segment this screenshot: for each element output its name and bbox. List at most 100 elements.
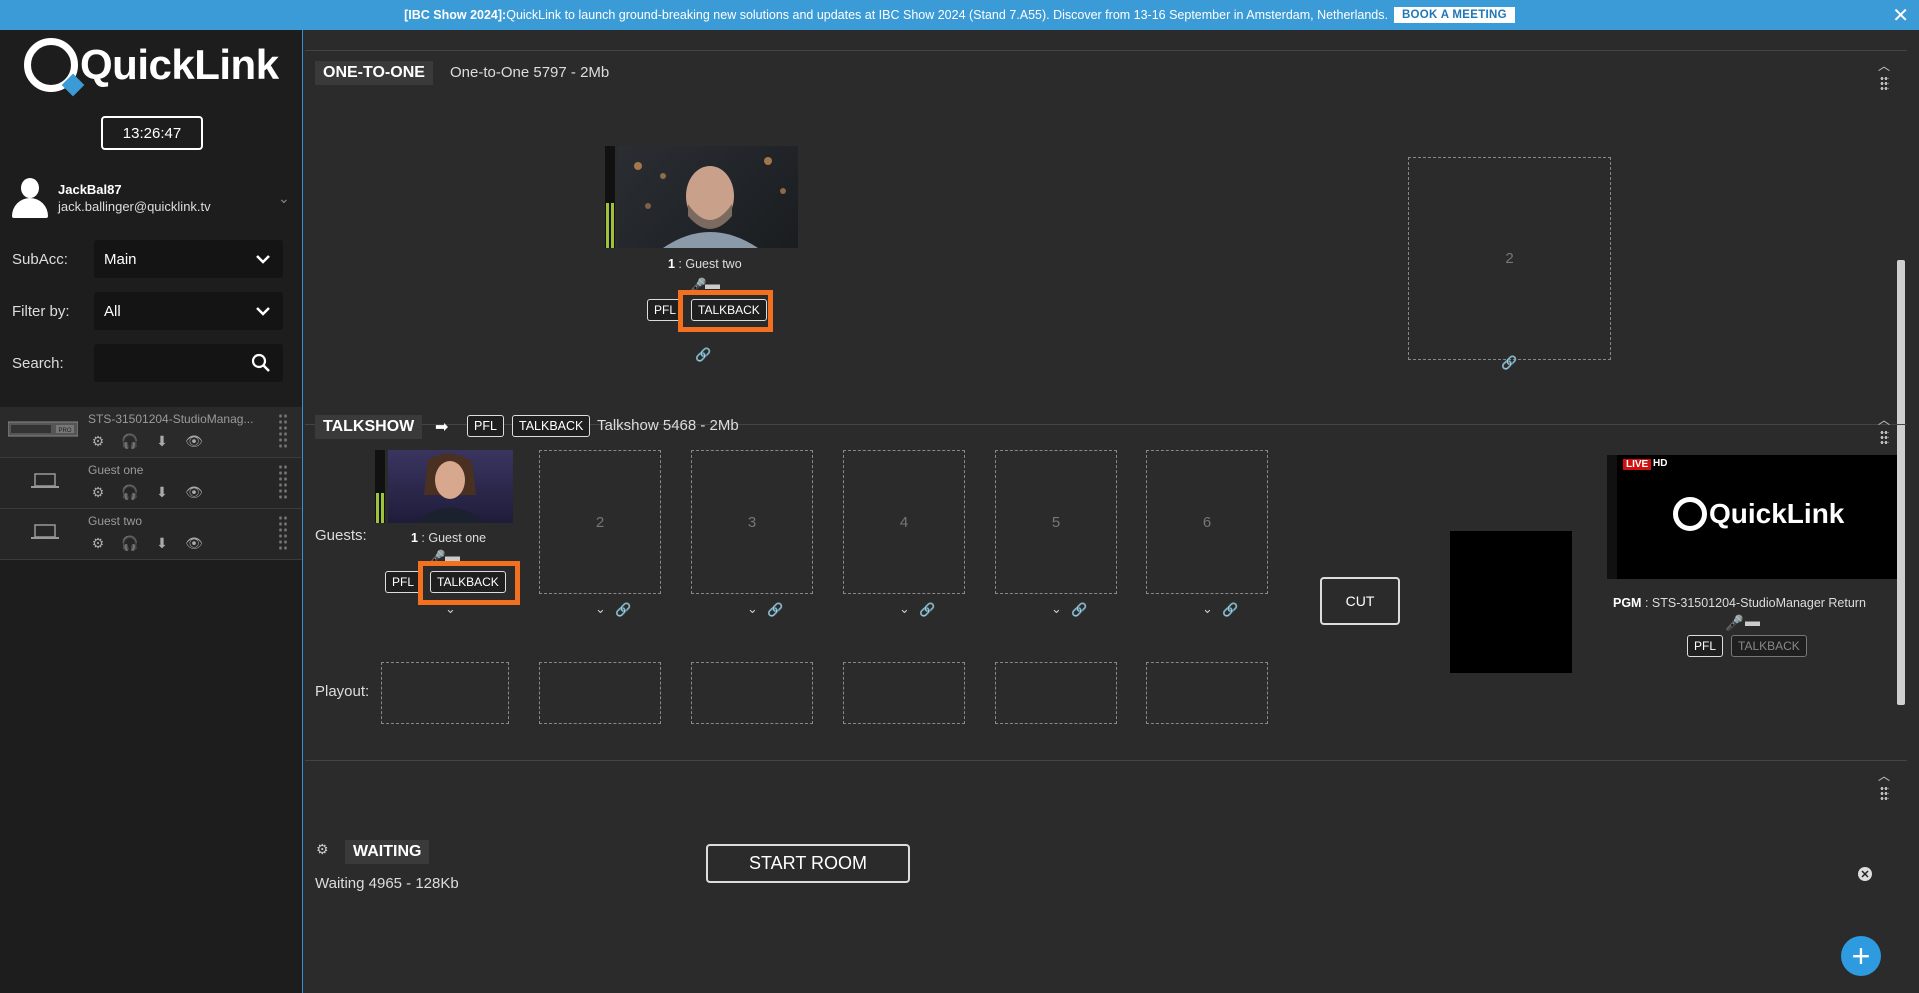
link-icon[interactable]: 🔗 — [1501, 355, 1517, 371]
headphones-icon[interactable]: 🎧 — [120, 432, 140, 450]
subacc-row: SubAcc: Main — [12, 240, 283, 278]
exit-icon[interactable]: ➡ — [435, 417, 448, 437]
user-email: jack.ballinger@quicklink.tv — [58, 199, 211, 214]
collapse-icon[interactable]: ︿ — [1878, 57, 1890, 74]
sidebar: QuickLink 13:26:47 JackBal87 jack.ballin… — [0, 30, 303, 993]
device-name: STS-31501204-StudioManag... — [88, 412, 254, 426]
chevron-down-icon[interactable]: ⌄ — [1202, 601, 1213, 617]
link-icon[interactable]: 🔗 — [695, 347, 711, 363]
subacc-select[interactable]: Main — [94, 240, 283, 278]
user-profile[interactable]: JackBal87 jack.ballinger@quicklink.tv — [12, 178, 211, 218]
guest-label: 1 : Guest two — [668, 257, 742, 271]
headphones-icon[interactable]: 🎧 — [120, 534, 140, 552]
device-name: Guest one — [88, 463, 144, 477]
pfl-button[interactable]: PFL — [385, 571, 422, 593]
room-title: One-to-One 5797 - 2Mb — [450, 64, 610, 81]
download-icon[interactable]: ⬇ — [152, 534, 172, 552]
list-item[interactable]: Guest two ⚙ 🎧 ⬇ 👁 — [0, 509, 302, 560]
list-item[interactable]: PRO STS-31501204-StudioManag... ⚙ 🎧 ⬇ 👁 — [0, 407, 302, 458]
talkback-button[interactable]: TALKBACK — [1731, 635, 1807, 657]
close-icon[interactable]: ✕ — [1892, 3, 1909, 28]
headphones-icon[interactable]: 🎧 — [120, 483, 140, 501]
collapse-icon[interactable]: ︿ — [1878, 767, 1890, 784]
waiting-section: ︿ ⚙ WAITING Waiting 4965 - 128Kb START R… — [305, 761, 1907, 993]
guest-video[interactable] — [618, 146, 798, 248]
gear-icon[interactable]: ⚙ — [88, 534, 108, 552]
drag-handle[interactable] — [1879, 786, 1889, 800]
chevron-down-icon[interactable]: ⌄ — [278, 190, 290, 207]
eye-icon[interactable]: 👁 — [184, 432, 204, 450]
collapse-icon[interactable]: ︿ — [1878, 411, 1890, 428]
start-room-button[interactable]: START ROOM — [706, 844, 910, 883]
chevron-down-icon[interactable]: ⌄ — [595, 601, 606, 617]
close-icon[interactable]: ✕ — [1858, 867, 1872, 881]
eye-icon[interactable]: 👁 — [184, 483, 204, 501]
eye-icon[interactable]: 👁 — [184, 534, 204, 552]
laptop-icon — [31, 524, 59, 539]
guest-slot[interactable]: 6 — [1146, 450, 1268, 594]
guest-slot[interactable]: 2 — [539, 450, 661, 594]
guest-video[interactable] — [388, 450, 513, 523]
section-controls[interactable]: ︿ — [1877, 411, 1891, 444]
link-icon[interactable]: 🔗 — [767, 602, 783, 618]
pfl-button[interactable]: PFL — [1687, 635, 1724, 657]
gear-icon[interactable]: ⚙ — [88, 432, 108, 450]
microphone-icon[interactable]: 🎤 — [1725, 614, 1744, 632]
chevron-down-icon[interactable]: ⌄ — [747, 601, 758, 617]
drag-handle[interactable] — [278, 413, 288, 449]
list-item[interactable]: Guest one ⚙ 🎧 ⬇ 👁 — [0, 458, 302, 509]
section-controls[interactable]: ︿ — [1877, 767, 1891, 800]
subacc-label: SubAcc: — [12, 250, 68, 268]
drag-handle[interactable] — [1879, 76, 1889, 90]
link-icon[interactable]: 🔗 — [919, 602, 935, 618]
filter-value: All — [104, 302, 121, 320]
playout-label: Playout: — [315, 683, 370, 700]
drag-handle[interactable] — [1879, 430, 1889, 444]
search-input[interactable] — [94, 344, 283, 382]
playout-slot[interactable] — [691, 662, 813, 724]
gear-icon[interactable]: ⚙ — [88, 483, 108, 501]
playout-slot[interactable] — [539, 662, 661, 724]
playout-slot[interactable] — [843, 662, 965, 724]
talkback-button[interactable]: TALKBACK — [691, 299, 767, 321]
download-icon[interactable]: ⬇ — [152, 483, 172, 501]
link-icon[interactable]: 🔗 — [1222, 602, 1238, 618]
guest-slot[interactable]: 5 — [995, 450, 1117, 594]
link-icon[interactable]: 🔗 — [1071, 602, 1087, 618]
search-icon[interactable] — [251, 353, 271, 373]
logo-text: QuickLink — [80, 41, 279, 88]
playout-slot[interactable] — [381, 662, 509, 724]
guest-slot[interactable]: 4 — [843, 450, 965, 594]
guest-slot[interactable]: 2 — [1408, 157, 1611, 360]
camera-icon[interactable]: ▬ — [1745, 613, 1760, 630]
room-title: Talkshow 5468 - 2Mb — [597, 417, 739, 434]
room-title: Waiting 4965 - 128Kb — [315, 875, 459, 892]
section-tag: WAITING — [345, 840, 430, 864]
cut-button[interactable]: CUT — [1320, 577, 1400, 625]
link-icon[interactable]: 🔗 — [615, 602, 631, 618]
logo-text: QuickLink — [1709, 498, 1845, 529]
playout-slot[interactable] — [995, 662, 1117, 724]
audio-meter — [605, 146, 615, 248]
gear-icon[interactable]: ⚙ — [316, 841, 329, 858]
pfl-button[interactable]: PFL — [467, 415, 504, 437]
talkback-button[interactable]: TALKBACK — [512, 415, 591, 437]
pgm-logo: QuickLink — [1673, 497, 1844, 531]
guests-label: Guests: — [315, 527, 367, 544]
guest-slot[interactable]: 3 — [691, 450, 813, 594]
quicklink-logo: QuickLink — [24, 38, 279, 92]
chevron-down-icon[interactable]: ⌄ — [1051, 601, 1062, 617]
download-icon[interactable]: ⬇ — [152, 432, 172, 450]
chevron-down-icon[interactable]: ⌄ — [445, 601, 456, 617]
drag-handle[interactable] — [278, 464, 288, 500]
book-meeting-button[interactable]: BOOK A MEETING — [1393, 7, 1515, 23]
section-tag: ONE-TO-ONE — [315, 61, 433, 85]
pgm-monitor: LIVE HD QuickLink — [1617, 455, 1897, 579]
drag-handle[interactable] — [278, 515, 288, 551]
chevron-down-icon[interactable]: ⌄ — [899, 601, 910, 617]
add-icon[interactable]: + — [1841, 936, 1881, 976]
section-controls[interactable]: ︿ — [1877, 57, 1891, 90]
playout-slot[interactable] — [1146, 662, 1268, 724]
talkback-button[interactable]: TALKBACK — [430, 571, 506, 593]
filter-select[interactable]: All — [94, 292, 283, 330]
